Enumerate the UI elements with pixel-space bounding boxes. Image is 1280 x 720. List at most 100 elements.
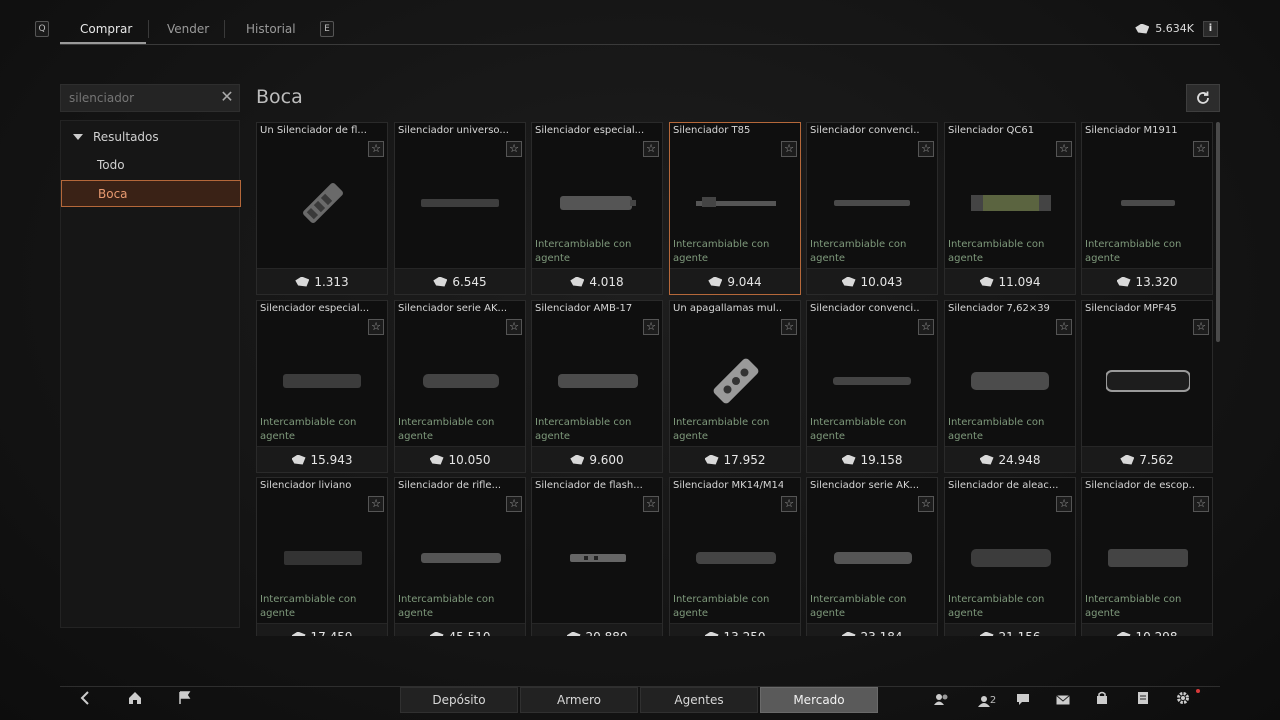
star-icon[interactable]: ☆: [1056, 319, 1072, 335]
price-value: 10.050: [448, 452, 491, 467]
star-icon[interactable]: ☆: [643, 496, 659, 512]
mail-icon[interactable]: [1052, 691, 1074, 711]
star-icon[interactable]: ☆: [918, 141, 934, 157]
star-icon[interactable]: ☆: [918, 319, 934, 335]
item-image: [1082, 163, 1213, 243]
item-image: [395, 518, 527, 598]
info-button[interactable]: i: [1203, 21, 1218, 37]
star-icon[interactable]: ☆: [1056, 141, 1072, 157]
nav-armero[interactable]: Armero: [520, 687, 638, 713]
item-note: Intercambiable con agente: [948, 239, 1045, 264]
tree-item-todo[interactable]: Todo: [61, 152, 241, 179]
nav-agentes[interactable]: Agentes: [640, 687, 758, 713]
key-e-hint[interactable]: E: [320, 21, 334, 37]
item-price: 24.948: [945, 446, 1075, 472]
item-name: Silenciador especial...: [260, 303, 370, 314]
clear-search-icon[interactable]: ✕: [219, 89, 235, 106]
item-image: [257, 341, 389, 421]
item-card[interactable]: Silenciador de flash...☆ 20.880: [531, 477, 663, 636]
group-icon[interactable]: 2: [974, 691, 1000, 711]
item-card[interactable]: Silenciador de escop... ☆ Intercambiable c…: [1081, 477, 1213, 636]
item-card[interactable]: Silenciador convenci... ☆ Intercambiable c…: [806, 122, 938, 295]
nav-deposito[interactable]: Depósito: [400, 687, 518, 713]
item-card[interactable]: Silenciador serie AK... ☆ Intercambiable c…: [394, 300, 526, 473]
price-value: 11.094: [998, 274, 1041, 289]
price-value: 13.250: [724, 630, 766, 637]
currency-icon: [1135, 23, 1150, 34]
group-count: 2: [989, 695, 997, 706]
key-q-hint[interactable]: Q: [35, 21, 49, 37]
star-icon[interactable]: ☆: [781, 496, 797, 512]
star-icon[interactable]: ☆: [506, 496, 522, 512]
item-price: 10.043: [807, 268, 937, 294]
item-grid: Un Silenciador de fl... ☆ 1.313 Silenciador…: [256, 122, 1213, 636]
home-icon[interactable]: [124, 691, 146, 711]
star-icon[interactable]: ☆: [643, 141, 659, 157]
item-price: 20.880: [532, 623, 662, 636]
item-card[interactable]: Silenciador 7,62×39 ☆ Intercambiable con a…: [944, 300, 1076, 473]
search-input[interactable]: [61, 85, 211, 111]
item-name: Silenciador serie AK...: [810, 480, 920, 491]
item-card[interactable]: Silenciador QC61 ☆ Intercambiable con agen…: [944, 122, 1076, 295]
item-card[interactable]: Silenciador T85 ☆ Intercambiable con agent…: [669, 122, 801, 295]
item-card[interactable]: Silenciador convenci... ☆ Intercambiable c…: [806, 300, 938, 473]
tab-comprar[interactable]: Comprar: [80, 22, 132, 36]
item-card[interactable]: Silenciador serie AK... ☆ Intercambiable c…: [806, 477, 938, 636]
star-icon[interactable]: ☆: [781, 319, 797, 335]
star-icon[interactable]: ☆: [368, 496, 384, 512]
notes-icon[interactable]: [1132, 691, 1154, 711]
item-price: 6.545: [395, 268, 525, 294]
trade-icon[interactable]: [1091, 691, 1113, 711]
grid-scrollbar[interactable]: [1216, 122, 1220, 342]
item-name: Silenciador de aleac...: [948, 480, 1058, 491]
item-card[interactable]: Silenciador de aleac... ☆ Intercambiable c…: [944, 477, 1076, 636]
star-icon[interactable]: ☆: [1193, 141, 1209, 157]
item-card[interactable]: Un Silenciador de fl... ☆ 1.313: [256, 122, 388, 295]
item-price: 19.158: [807, 446, 937, 472]
item-image: [532, 163, 664, 243]
settings-icon[interactable]: [1172, 691, 1194, 711]
star-icon[interactable]: ☆: [1056, 496, 1072, 512]
friends-icon[interactable]: [931, 691, 953, 711]
star-icon[interactable]: ☆: [1193, 319, 1209, 335]
tab-historial[interactable]: Historial: [246, 22, 296, 36]
star-icon[interactable]: ☆: [918, 496, 934, 512]
price-value: 13.320: [1135, 274, 1178, 289]
item-card[interactable]: Un apagallamas mul... ☆ Intercambiable con…: [669, 300, 801, 473]
currency-icon: [291, 454, 306, 465]
currency-icon: [979, 276, 994, 287]
star-icon[interactable]: ☆: [1193, 496, 1209, 512]
item-card[interactable]: Silenciador de rifle... ☆ Intercambiable c…: [394, 477, 526, 636]
item-price: 17.952: [670, 446, 800, 472]
star-icon[interactable]: ☆: [781, 141, 797, 157]
tree-group-resultados[interactable]: Resultados: [73, 130, 159, 144]
star-icon[interactable]: ☆: [368, 141, 384, 157]
tab-vender[interactable]: Vender: [167, 22, 209, 36]
section-title: Boca: [256, 86, 303, 108]
item-card[interactable]: Silenciador liviano ☆ Intercambiable con a…: [256, 477, 388, 636]
item-card[interactable]: Silenciador MPF45 ☆ 7.562: [1081, 300, 1213, 473]
chat-icon[interactable]: [1012, 691, 1034, 711]
nav-mercado[interactable]: Mercado: [760, 687, 878, 713]
currency-icon: [979, 454, 994, 465]
refresh-button[interactable]: [1186, 84, 1220, 112]
item-card[interactable]: Silenciador universo... ☆ 6.545: [394, 122, 526, 295]
search-box: ✕: [60, 84, 240, 112]
tree-item-boca[interactable]: Boca: [61, 180, 241, 207]
item-card[interactable]: Silenciador especial... ☆ Intercambiable c…: [256, 300, 388, 473]
item-price: 23.184: [807, 623, 937, 636]
star-icon[interactable]: ☆: [506, 141, 522, 157]
star-icon[interactable]: ☆: [643, 319, 659, 335]
item-image: [395, 163, 527, 243]
caret-down-icon: [73, 134, 83, 140]
item-card[interactable]: Silenciador especial... ☆ Intercambiable c…: [531, 122, 663, 295]
item-card[interactable]: Silenciador AMB-17 ☆ Intercambiable con ag…: [531, 300, 663, 473]
price-value: 17.459: [311, 630, 353, 637]
item-card[interactable]: Silenciador MK14/M14 ☆ Intercambiable con …: [669, 477, 801, 636]
back-icon[interactable]: [74, 691, 96, 711]
item-card[interactable]: Silenciador M1911 ☆ Intercambiable con age…: [1081, 122, 1213, 295]
item-price: 9.600: [532, 446, 662, 472]
star-icon[interactable]: ☆: [506, 319, 522, 335]
star-icon[interactable]: ☆: [368, 319, 384, 335]
flag-icon[interactable]: [174, 691, 196, 711]
